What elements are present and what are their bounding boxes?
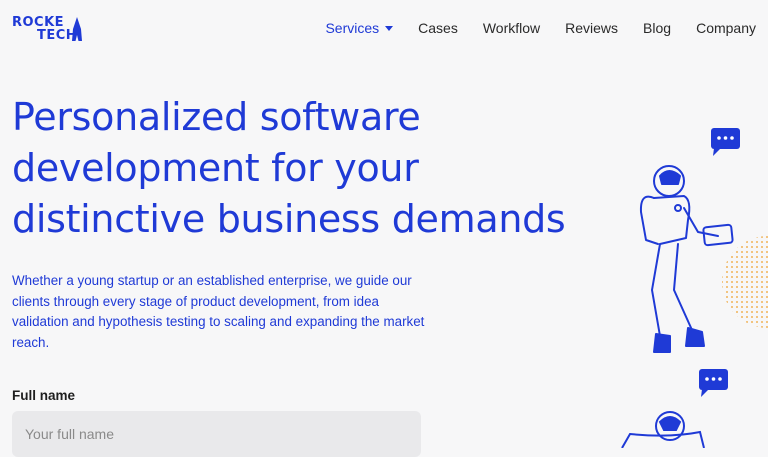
hero-title-line: distinctive business demands bbox=[12, 197, 566, 241]
main-nav: Services Cases Workflow Reviews Blog Com… bbox=[300, 19, 756, 37]
hero-title-line: Personalized software bbox=[12, 95, 421, 139]
nav-reviews[interactable]: Reviews bbox=[565, 19, 618, 37]
nav-services[interactable]: Services bbox=[325, 19, 394, 37]
chevron-down-icon[interactable] bbox=[385, 25, 394, 31]
rocket-icon bbox=[72, 17, 82, 41]
nav-services-label: Services bbox=[325, 20, 380, 36]
nav-company[interactable]: Company bbox=[696, 19, 756, 37]
hero-description: Whether a young startup or an establishe… bbox=[12, 273, 425, 350]
dotted-accent bbox=[722, 236, 768, 328]
chat-bubble-icon bbox=[699, 369, 728, 397]
astronaut-figure-secondary bbox=[621, 411, 705, 448]
full-name-input[interactable] bbox=[12, 411, 421, 457]
site-header: ROCKE TECH Services Cases Workflow Revie… bbox=[0, 0, 768, 58]
nav-blog[interactable]: Blog bbox=[643, 19, 671, 37]
astronaut-figure bbox=[639, 165, 734, 353]
hero-title-line: development for your bbox=[12, 146, 419, 190]
chat-bubble-icon bbox=[711, 128, 740, 156]
brand-logo[interactable]: ROCKE TECH bbox=[12, 14, 92, 44]
nav-workflow[interactable]: Workflow bbox=[483, 19, 540, 37]
nav-cases[interactable]: Cases bbox=[418, 19, 458, 37]
full-name-label: Full name bbox=[12, 388, 76, 403]
astronaut-illustration bbox=[621, 128, 768, 448]
hero-title: Personalized software development for yo… bbox=[12, 92, 572, 245]
